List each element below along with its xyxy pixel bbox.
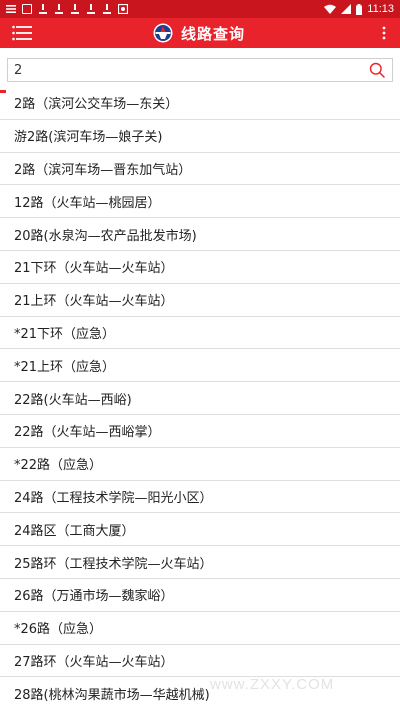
list-item[interactable]: 25路环（工程技术学院—火车站） (0, 546, 400, 579)
search-icon (369, 62, 385, 78)
watermark: www.ZXXY.COM (210, 676, 335, 693)
search-input[interactable] (14, 62, 366, 78)
list-item[interactable]: 2路（滨河车场—晋东加气站） (0, 153, 400, 186)
download-icon (38, 4, 48, 14)
wifi-icon (324, 4, 337, 14)
bus-company-logo-icon (153, 23, 173, 43)
battery-icon (356, 3, 363, 15)
app-bar: 线路查询 (0, 18, 400, 48)
menu-icon (6, 5, 16, 13)
status-bar: 11:13 (0, 0, 400, 18)
search-button[interactable] (366, 59, 388, 81)
list-item[interactable]: 2路（滨河公交车场—东关） (0, 87, 400, 120)
list-item[interactable]: 游2路(滨河车场—娘子关) (0, 120, 400, 153)
list-item[interactable]: 26路（万通市场—魏家峪） (0, 579, 400, 612)
list-item[interactable]: *21下环（应急） (0, 317, 400, 350)
more-vertical-icon (382, 26, 386, 40)
more-options-button[interactable] (368, 18, 400, 48)
search-bar (7, 58, 393, 82)
status-time: 11:13 (367, 3, 394, 15)
signal-icon (341, 4, 352, 14)
download-icon (86, 4, 96, 14)
list-item[interactable]: 20路(水泉沟—农产品批发市场) (0, 218, 400, 251)
download-icon (70, 4, 80, 14)
list-item[interactable]: 27路环（火车站—火车站） (0, 645, 400, 678)
list-item[interactable]: 22路（火车站—西峪掌） (0, 415, 400, 448)
list-item[interactable]: 24路（工程技术学院—阳光小区） (0, 481, 400, 514)
list-item[interactable]: 21下环（火车站—火车站） (0, 251, 400, 284)
hamburger-menu-icon (12, 25, 32, 41)
list-item[interactable]: 28路(桃林沟果蔬市场—华越机械) (0, 677, 400, 708)
list-item[interactable]: 12路（火车站—桃园居） (0, 185, 400, 219)
list-item[interactable]: *22路（应急） (0, 448, 400, 481)
title-wrap: 线路查询 (30, 23, 368, 44)
list-item[interactable]: 24路区（工商大厦） (0, 513, 400, 547)
page-title: 线路查询 (180, 24, 245, 43)
list-item[interactable]: *26路（应急） (0, 612, 400, 645)
notification-icons (6, 4, 128, 14)
list-item[interactable]: 22路(火车站—西峪) (0, 382, 400, 415)
download-icon (102, 4, 112, 14)
picture-icon (118, 4, 128, 14)
download-icon (54, 4, 64, 14)
route-list: 2路（滨河公交车场—东关） 游2路(滨河车场—娘子关) 2路（滨河车场—晋东加气… (0, 87, 400, 708)
list-item[interactable]: 21上环（火车站—火车站） (0, 284, 400, 317)
list-item[interactable]: *21上环（应急） (0, 349, 400, 383)
box-icon (22, 4, 32, 14)
